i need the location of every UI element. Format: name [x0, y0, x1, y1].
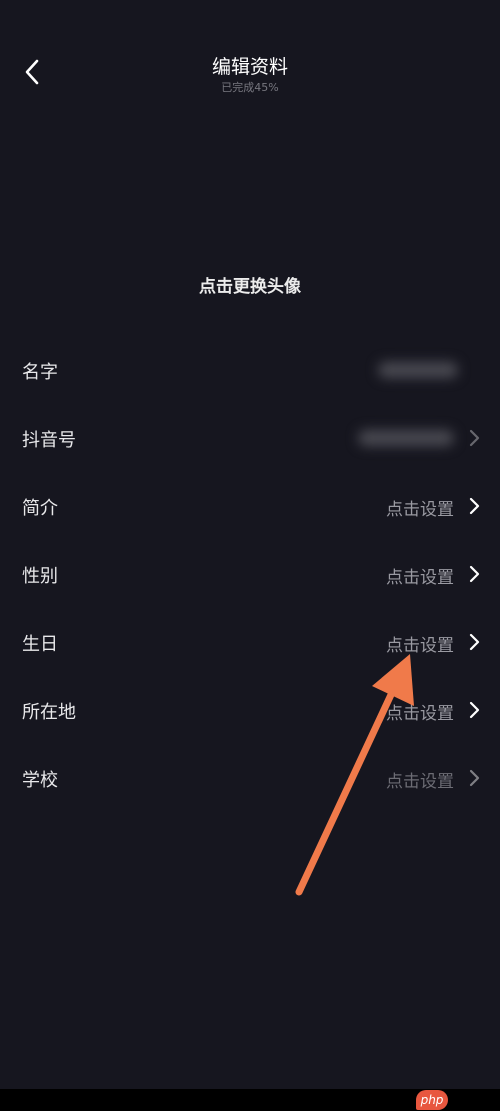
blurred-id-value — [358, 430, 454, 446]
row-label: 学校 — [22, 770, 58, 791]
row-location[interactable]: 所在地 点击设置 — [0, 676, 500, 744]
chevron-right-icon — [469, 769, 480, 787]
chevron-right-icon — [469, 429, 480, 447]
chevron-right-icon — [469, 565, 480, 583]
row-label: 简介 — [22, 498, 58, 519]
row-label: 生日 — [22, 634, 58, 655]
nav-header: 编辑资料 已完成45% — [0, 0, 500, 110]
row-label: 名字 — [22, 362, 58, 383]
watermark-badge: php — [416, 1090, 448, 1110]
row-douyin-id[interactable]: 抖音号 — [0, 404, 500, 472]
blurred-name-value — [378, 362, 458, 378]
row-label: 抖音号 — [22, 430, 76, 451]
row-value: 点击设置 — [386, 772, 454, 792]
row-value: 点击设置 — [386, 636, 454, 656]
row-name[interactable]: 名字 — [0, 336, 500, 404]
profile-fields-list: 名字 抖音号 简介 点击设置 性别 点击设置 生日 点击设置 所在地 点击设置 — [0, 336, 500, 812]
page-title: 编辑资料 — [211, 56, 288, 78]
row-bio[interactable]: 简介 点击设置 — [0, 472, 500, 540]
change-avatar-button[interactable]: 点击更换头像 — [0, 272, 500, 297]
row-value: 点击设置 — [386, 500, 454, 520]
chevron-right-icon — [469, 701, 480, 719]
row-gender[interactable]: 性别 点击设置 — [0, 540, 500, 608]
row-value: 点击设置 — [386, 704, 454, 724]
row-school[interactable]: 学校 点击设置 — [0, 744, 500, 812]
row-label: 所在地 — [22, 702, 76, 723]
row-birthday[interactable]: 生日 点击设置 — [0, 608, 500, 676]
row-label: 性别 — [22, 566, 58, 587]
chevron-right-icon — [469, 497, 480, 515]
row-value: 点击设置 — [386, 568, 454, 588]
completion-status: 已完成45% — [221, 81, 279, 94]
chevron-right-icon — [469, 633, 480, 651]
